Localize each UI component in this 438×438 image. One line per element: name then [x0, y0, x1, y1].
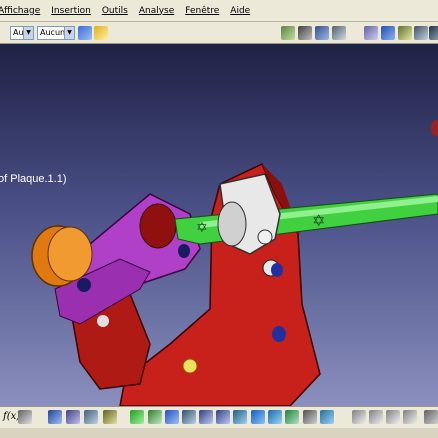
layer-dropdown[interactable]: Aul ▼ [10, 26, 34, 40]
filter-icon[interactable] [403, 410, 417, 424]
chevron-down-icon: ▼ [23, 27, 33, 39]
menu-analyse[interactable]: Analyse [135, 6, 181, 16]
swap-icon[interactable] [303, 410, 317, 424]
lever-hole [77, 278, 91, 292]
filter-dropdown[interactable]: Aucun ▼ [37, 26, 75, 40]
constraint-icon[interactable] [298, 26, 312, 40]
measure-icon[interactable] [364, 26, 378, 40]
filter-dropdown-value: Aucun [40, 28, 66, 37]
menu-insertion[interactable]: Insertion [47, 6, 98, 16]
menu-fenetre[interactable]: Fenêtre [181, 6, 226, 16]
3d-viewport[interactable]: ✡ ✡ of Plaque.1.1) [0, 44, 438, 406]
status-bar [0, 428, 438, 438]
menu-bar: Affichage Insertion Outils Analyse Fenêt… [0, 0, 438, 22]
properties-icon[interactable] [94, 26, 108, 40]
normal-view-icon[interactable] [233, 410, 247, 424]
clash-icon[interactable] [398, 26, 412, 40]
rotate-icon[interactable] [182, 410, 196, 424]
chevron-down-icon: ▼ [64, 27, 74, 39]
constraint-symbol-2: ✡ [196, 220, 208, 236]
blue-hole-1 [271, 263, 283, 277]
comment-icon[interactable] [18, 410, 32, 424]
blue-hole-2 [272, 326, 286, 342]
menu-outils[interactable]: Outils [98, 6, 135, 16]
parts-icon[interactable] [84, 410, 98, 424]
constraint-symbol-1: ✡ [312, 211, 325, 230]
shadow-icon[interactable] [103, 410, 117, 424]
menu-aide[interactable]: Aide [226, 6, 257, 16]
sheet-icon[interactable] [66, 410, 80, 424]
yellow-screw [182, 358, 198, 374]
orange-roller-face [47, 226, 93, 282]
top-toolbar: Aul ▼ Aucun ▼ [0, 22, 438, 44]
iso-view-icon[interactable] [251, 410, 265, 424]
base-hole [97, 315, 109, 327]
catalog-icon[interactable] [332, 26, 346, 40]
section-icon[interactable] [414, 26, 428, 40]
collar-hole [257, 229, 273, 245]
assembly-icon[interactable] [281, 26, 295, 40]
tree-node-label: of Plaque.1.1) [0, 173, 67, 185]
menu-affichage[interactable]: Affichage [0, 6, 47, 16]
graph-icon[interactable] [352, 410, 366, 424]
shading-icon[interactable] [268, 410, 282, 424]
table-icon[interactable] [48, 410, 62, 424]
update-icon[interactable] [315, 26, 329, 40]
red-part-edge [431, 120, 438, 136]
sphere-icon[interactable] [381, 26, 395, 40]
cad-scene: ✡ ✡ [31, 120, 438, 406]
layer-icon[interactable] [320, 410, 334, 424]
red-cylinder [139, 203, 177, 249]
hide-show-icon[interactable] [285, 410, 299, 424]
center-icon[interactable] [148, 410, 162, 424]
compass-icon[interactable] [386, 410, 400, 424]
more-tools-icon[interactable] [424, 410, 438, 424]
white-collar-face [217, 201, 247, 247]
lever-pivot-hole [178, 244, 190, 258]
spec-tree-icon[interactable] [369, 410, 383, 424]
fit-all-icon[interactable] [130, 410, 144, 424]
zoom-out-icon[interactable] [216, 410, 230, 424]
zoom-in-icon[interactable] [199, 410, 213, 424]
paint-brush-icon[interactable] [78, 26, 92, 40]
pan-icon[interactable] [165, 410, 179, 424]
analysis-icon[interactable] [429, 26, 438, 40]
